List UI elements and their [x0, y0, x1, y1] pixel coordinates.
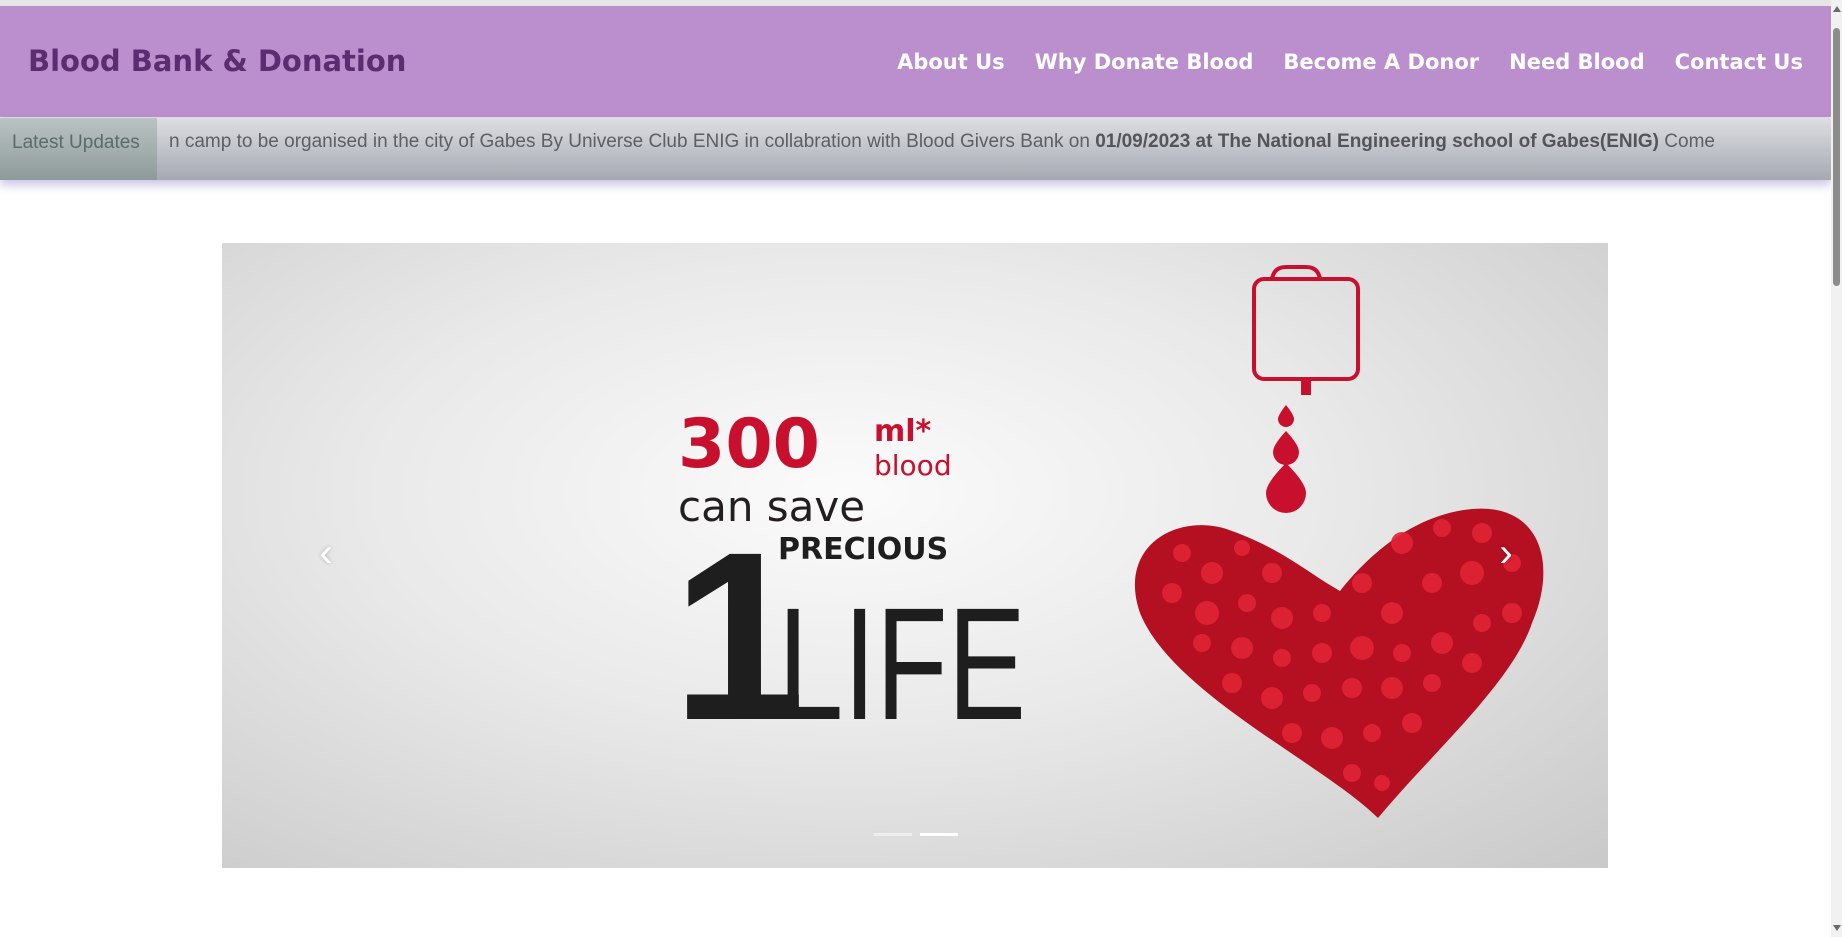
slide-unit-sub: blood	[874, 449, 952, 482]
slide-word-precious: PRECIOUS	[778, 532, 948, 567]
nav-about-us[interactable]: About Us	[897, 50, 1005, 74]
ticker-text-start: n camp to be organised in the city of Ga…	[169, 131, 1096, 152]
nav-contact-us[interactable]: Contact Us	[1675, 50, 1803, 74]
carousel-indicator-2[interactable]	[920, 833, 958, 836]
carousel-indicators	[874, 833, 958, 836]
blood-bag-icon	[1252, 265, 1360, 395]
carousel-indicator-1[interactable]	[874, 833, 912, 836]
slide-unit: ml*	[874, 414, 932, 449]
navbar: Blood Bank & Donation About Us Why Donat…	[0, 6, 1831, 117]
scroll-up-arrow-icon[interactable]	[1833, 6, 1841, 12]
slide-word-life: LIFE	[778, 574, 1026, 753]
nav-why-donate-blood[interactable]: Why Donate Blood	[1035, 50, 1254, 74]
ticker-track: n camp to be organised in the city of Ga…	[169, 118, 1793, 180]
latest-updates-bar: Latest Updates n camp to be organised in…	[0, 118, 1831, 180]
slide-amount: 300	[678, 405, 820, 484]
site-brand[interactable]: Blood Bank & Donation	[28, 6, 406, 117]
carousel-prev-button[interactable]: ‹	[306, 533, 346, 573]
scrollbar-thumb[interactable]	[1833, 28, 1840, 286]
carousel-next-button[interactable]: ›	[1486, 533, 1526, 573]
ticker-text-end: Come	[1659, 131, 1715, 152]
page-scrollbar[interactable]	[1831, 0, 1842, 937]
chevron-right-icon: ›	[1499, 531, 1513, 575]
ticker-message[interactable]: n camp to be organised in the city of Ga…	[169, 118, 1715, 165]
nav-become-a-donor[interactable]: Become A Donor	[1283, 50, 1479, 74]
blood-drops	[1266, 405, 1306, 513]
ticker-event-date-place: 01/09/2023 at The National Engineering s…	[1095, 131, 1659, 152]
hero-carousel: 300 ml* blood can save 1 PRECIOUS LIFE ‹…	[222, 243, 1608, 868]
main-nav: About Us Why Donate Blood Become A Donor…	[897, 6, 1803, 117]
slide-image: 300 ml* blood can save 1 PRECIOUS LIFE	[672, 265, 1544, 818]
nav-need-blood[interactable]: Need Blood	[1509, 50, 1645, 74]
latest-updates-label: Latest Updates	[0, 118, 157, 180]
chevron-left-icon: ‹	[319, 531, 333, 575]
scroll-down-arrow-icon[interactable]	[1833, 925, 1841, 931]
heart-of-drops-icon	[1134, 508, 1544, 818]
